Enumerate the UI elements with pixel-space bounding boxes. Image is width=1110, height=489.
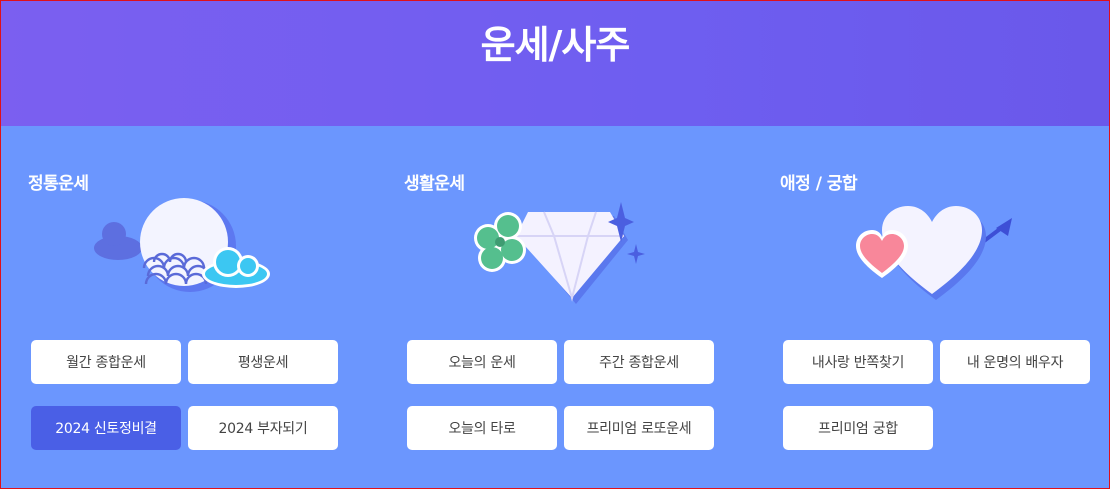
monthly-fortune-button[interactable]: 월간 종합운세: [31, 340, 181, 384]
wealth-2024-button[interactable]: 2024 부자되기: [188, 406, 338, 450]
premium-lotto-button[interactable]: 프리미엄 로또운세: [564, 406, 714, 450]
lifetime-fortune-button[interactable]: 평생운세: [188, 340, 338, 384]
section-title: 애정 / 궁합: [780, 174, 858, 194]
hearts-arrow-icon: [856, 206, 1012, 300]
find-soulmate-button[interactable]: 내사랑 반쪽찾기: [783, 340, 933, 384]
today-tarot-button[interactable]: 오늘의 타로: [407, 406, 557, 450]
weekly-fortune-button[interactable]: 주간 종합운세: [564, 340, 714, 384]
section-daily-fortune: 생활운세 오늘의 운세 주간 종합운세 오늘의 타로 프리미엄 로또운세: [376, 126, 716, 489]
page-title: 운세/사주: [480, 23, 631, 67]
moon-cloud-icon: [94, 198, 270, 292]
clover-diamond-icon: [474, 202, 645, 304]
section-love-compat: 애정 / 궁합 내사랑 반쪽찾기 내 운명의 배우자 프리미엄 궁합: [752, 126, 1092, 489]
tojeong-2024-button[interactable]: 2024 신토정비결: [31, 406, 181, 450]
today-fortune-button[interactable]: 오늘의 운세: [407, 340, 557, 384]
premium-compat-button[interactable]: 프리미엄 궁합: [783, 406, 933, 450]
section-title: 생활운세: [404, 174, 465, 194]
page-header: 운세/사주: [0, 0, 1110, 126]
section-traditional-fortune: 정통운세 월간 종합운세 평생운세 2024 신토정비결 2024 부자되기: [0, 126, 340, 489]
fortune-menu: 정통운세 월간 종합운세 평생운세 2024 신토정비결 2024 부자되기 생…: [0, 126, 1110, 489]
destined-spouse-button[interactable]: 내 운명의 배우자: [940, 340, 1090, 384]
section-title: 정통운세: [28, 174, 89, 194]
